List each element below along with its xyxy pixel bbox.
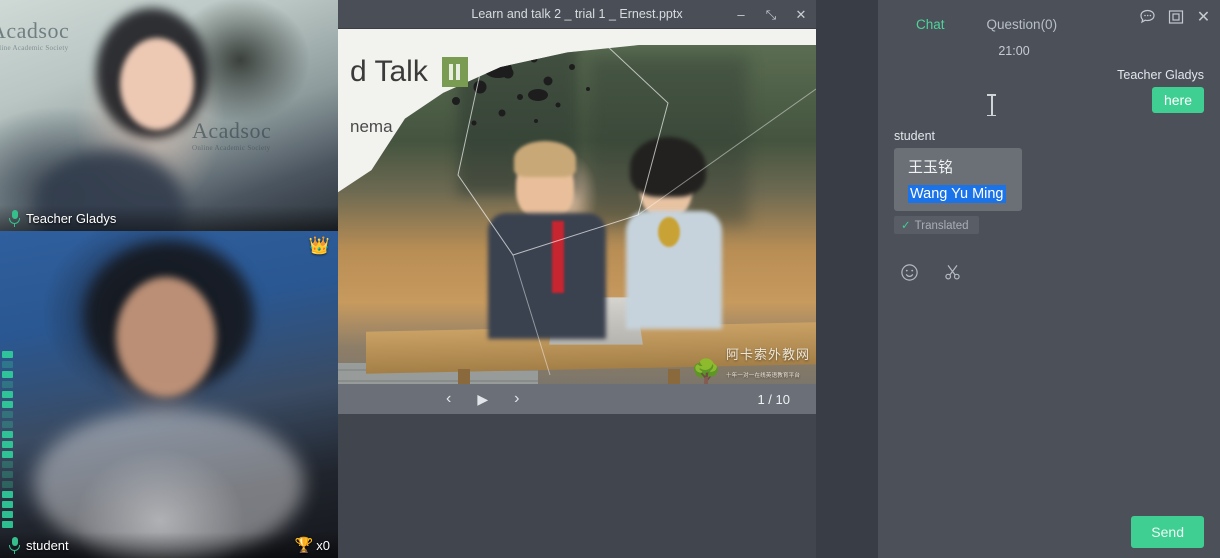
acadsoc-watermark-mid: Acadsoc Online Academic Society [192,118,271,152]
tree-icon: 🌳 [691,361,721,385]
window-title: Learn and talk 2 _ trial 1 _ Ernest.pptx [471,7,682,21]
slide-pager: ‹ ▶ › [446,391,519,407]
slide-text-block: d Talk nema [338,55,816,137]
tab-chat[interactable]: Chat [916,17,945,32]
chat-header: Chat Question(0) ✕ [878,0,1220,38]
message-original-text: 王玉铭 [908,159,953,176]
chat-timestamp: 21:00 [894,44,1134,58]
page-indicator: 1 / 10 [757,392,790,407]
close-button[interactable]: ✕ [786,0,816,29]
window-controls: – ⤡ ✕ [726,0,816,29]
trophy-count: x0 [316,538,330,553]
chat-send-row: Send [878,506,1220,558]
close-icon[interactable]: ✕ [1195,8,1212,25]
crown-icon: 👑 [309,237,330,254]
chat-tools [878,252,1220,292]
presentation-window: Learn and talk 2 _ trial 1 _ Ernest.pptx… [338,0,816,558]
trophy-icon: 🏆 [295,538,314,553]
teacher-name-label: Teacher Gladys [0,205,338,231]
slide-title-row: d Talk [338,55,816,89]
message-translated-text[interactable]: Wang Yu Ming [908,185,1006,203]
video-column: Acadsoc Online Academic Society Acadsoc … [0,0,338,558]
chat-input-area[interactable] [878,292,1220,506]
text-cursor-icon [987,94,996,116]
message-bubble[interactable]: here [1152,87,1204,113]
chat-header-icons: ✕ [1139,8,1212,25]
student-name: student [26,538,69,553]
minimize-button[interactable]: – [726,0,756,29]
message-author: student [894,129,1204,143]
classroom-window: Acadsoc Online Academic Society Acadsoc … [0,0,1220,558]
slide-toolbar: ‹ ▶ › 1 / 10 [338,384,816,414]
watermark-chinese: 阿卡索外教网 [726,347,810,362]
play-button[interactable]: ▶ [477,392,488,406]
translated-badge: ✓ Translated [894,216,979,234]
check-icon: ✓ [901,220,911,232]
microphone-icon [8,210,21,227]
microphone-icon [8,537,21,554]
pip-window-icon[interactable] [1167,8,1184,25]
message-author: Teacher Gladys [894,68,1204,82]
emoji-icon[interactable] [900,263,919,282]
slide-title: d Talk [350,55,428,89]
slide-canvas[interactable]: 🌳 阿卡索外教网 十年一对一在线英语教育平台 Acadsoc.com.cn d … [338,29,816,414]
student-name-label: student 🏆 x0 [0,532,338,558]
tab-question[interactable]: Question(0) [987,17,1058,32]
student-video-tile[interactable]: 👑 student 🏆 x0 [0,231,338,558]
slide-subtitle: nema [338,117,816,137]
chat-panel: Chat Question(0) ✕ [878,0,1220,558]
volume-meter [2,338,13,528]
chat-message-list[interactable]: 21:00 Teacher Gladys here student 王玉铭 Wa… [878,38,1220,252]
chat-message-teacher: Teacher Gladys here [894,68,1204,113]
window-titlebar[interactable]: Learn and talk 2 _ trial 1 _ Ernest.pptx… [338,0,816,29]
watermark-tagline: 十年一对一在线英语教育平台 [726,373,800,379]
acadsoc-watermark-top: Acadsoc Online Academic Society [0,18,69,52]
teacher-video-tile[interactable]: Acadsoc Online Academic Society Acadsoc … [0,0,338,231]
scissors-icon[interactable] [943,263,962,282]
speech-bubble-icon[interactable] [1139,8,1156,25]
restore-button[interactable]: ⤡ [756,0,786,29]
teacher-name: Teacher Gladys [26,211,116,226]
chat-message-student: student 王玉铭 Wang Yu Ming ✓ Translated [894,129,1204,234]
translated-label: Translated [915,220,969,232]
next-slide-button[interactable]: › [514,391,519,407]
trophy-counter: 🏆 x0 [295,538,330,553]
send-button[interactable]: Send [1131,516,1204,548]
background-strip [816,0,878,558]
pause-icon[interactable] [442,57,468,87]
prev-slide-button[interactable]: ‹ [446,391,451,407]
message-bubble[interactable]: 王玉铭 Wang Yu Ming [894,148,1022,211]
